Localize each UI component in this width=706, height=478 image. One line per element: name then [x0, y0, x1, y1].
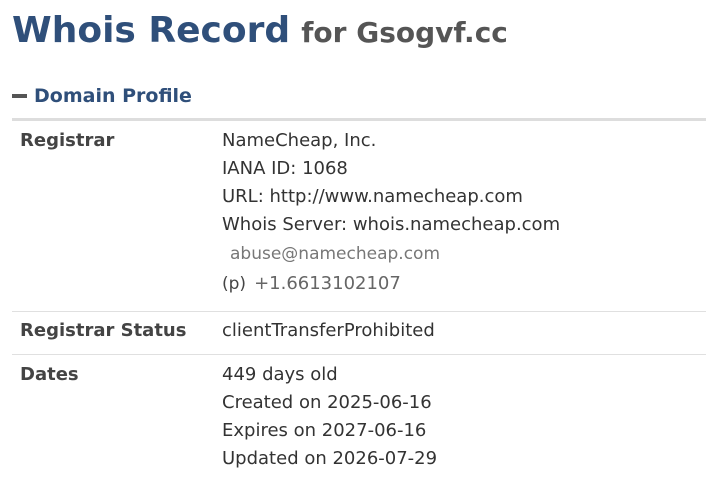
registrar-row: Registrar NameCheap, Inc. IANA ID: 1068 …	[12, 121, 706, 312]
expires-date: Expires on 2027-06-16	[222, 420, 427, 441]
updated-date: Updated on 2026-07-29	[222, 448, 438, 469]
registrar-abuse-email-line: abuse@namecheap.com	[222, 239, 560, 269]
registrar-phone-line: (p) +1.6613102107	[222, 269, 560, 299]
phone-prefix: (p)	[222, 274, 247, 294]
page-title-domain: for Gsogvf.cc	[301, 16, 508, 49]
dates-value: 449 days old Created on 2025-06-16 Expir…	[222, 361, 437, 473]
created-date: Created on 2025-06-16	[222, 392, 432, 413]
minus-icon[interactable]	[12, 94, 27, 98]
registrar-url: URL: http://www.namecheap.com	[222, 186, 523, 207]
registrar-status-label: Registrar Status	[20, 320, 187, 341]
domain-profile-header[interactable]: Domain Profile	[12, 82, 192, 110]
domain-profile-title[interactable]: Domain Profile	[34, 85, 192, 107]
registrar-value: NameCheap, Inc. IANA ID: 1068 URL: http:…	[222, 127, 560, 299]
registrar-status-row: Registrar Status clientTransferProhibite…	[12, 312, 706, 355]
abuse-phone: +1.6613102107	[254, 273, 401, 294]
registrar-label: Registrar	[20, 130, 115, 151]
dates-label: Dates	[20, 364, 79, 385]
page-title-main: Whois Record	[12, 10, 291, 51]
registrar-name: NameCheap, Inc.	[222, 130, 377, 151]
registrar-iana-id: IANA ID: 1068	[222, 158, 348, 179]
abuse-email: abuse@namecheap.com	[230, 244, 441, 264]
page-title: Whois Record for Gsogvf.cc	[12, 8, 508, 56]
status-text: clientTransferProhibited	[222, 320, 435, 341]
domain-age: 449 days old	[222, 364, 338, 385]
registrar-status-value: clientTransferProhibited	[222, 317, 435, 345]
registrar-whois-server: Whois Server: whois.namecheap.com	[222, 214, 561, 235]
dates-row: Dates 449 days old Created on 2025-06-16…	[12, 355, 706, 478]
